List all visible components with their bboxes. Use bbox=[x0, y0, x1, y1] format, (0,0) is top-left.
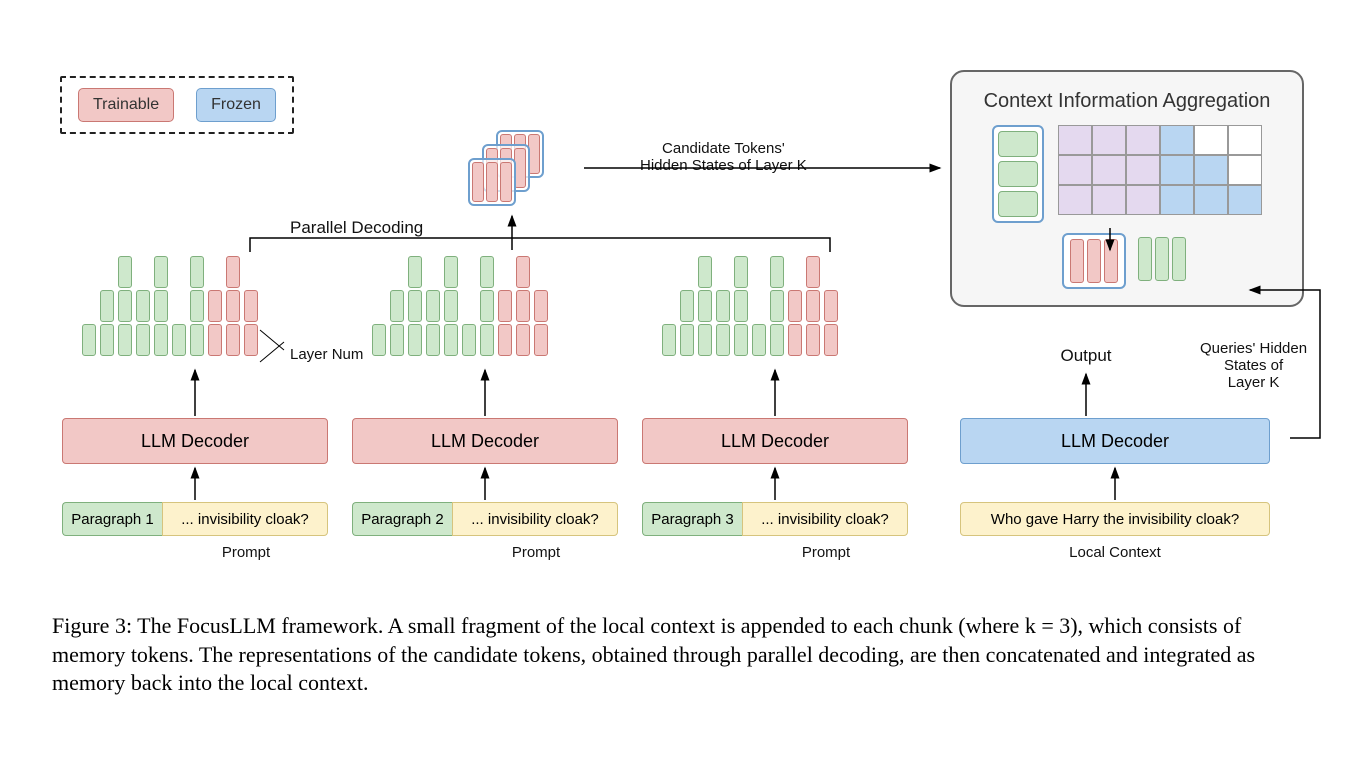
prompt-2-text: ... invisibility cloak? bbox=[452, 502, 618, 536]
paragraph-3-label: Paragraph 3 bbox=[642, 502, 742, 536]
llm-decoder-local: LLM Decoder bbox=[960, 418, 1270, 464]
prompt-1-text: ... invisibility cloak? bbox=[162, 502, 328, 536]
paragraph-1-label: Paragraph 1 bbox=[62, 502, 162, 536]
parallel-decoding-label: Parallel Decoding bbox=[290, 218, 423, 238]
token-stacks-2 bbox=[372, 256, 548, 356]
candidate-tokens-label: Candidate Tokens' Hidden States of Layer… bbox=[640, 140, 807, 174]
input-row-1: Paragraph 1 ... invisibility cloak? bbox=[62, 502, 328, 536]
prompt-label-3: Prompt bbox=[802, 544, 850, 561]
llm-decoder-1: LLM Decoder bbox=[62, 418, 328, 464]
aggregation-panel: Context Information Aggregation bbox=[950, 70, 1304, 307]
prompt-label-2: Prompt bbox=[512, 544, 560, 561]
aggregation-query-column bbox=[992, 125, 1044, 223]
input-row-2: Paragraph 2 ... invisibility cloak? bbox=[352, 502, 618, 536]
legend-trainable: Trainable bbox=[78, 88, 174, 122]
figure-caption: Figure 3: The FocusLLM framework. A smal… bbox=[52, 612, 1304, 698]
llm-decoder-2: LLM Decoder bbox=[352, 418, 618, 464]
query-cell bbox=[998, 161, 1038, 187]
candidate-cluster bbox=[460, 130, 590, 215]
queries-hidden-label: Queries' Hidden States of Layer K bbox=[1200, 340, 1307, 391]
aggregation-attention-grid bbox=[1058, 125, 1262, 215]
aggregation-layout bbox=[970, 125, 1284, 223]
memory-tokens-group bbox=[1062, 233, 1126, 289]
query-tokens-group bbox=[1132, 233, 1192, 289]
legend-box: Trainable Frozen bbox=[60, 76, 294, 134]
aggregation-bottom-row bbox=[970, 233, 1284, 289]
local-context-input: Who gave Harry the invisibility cloak? bbox=[960, 502, 1270, 536]
llm-decoder-3: LLM Decoder bbox=[642, 418, 908, 464]
aggregation-title: Context Information Aggregation bbox=[970, 90, 1284, 113]
prompt-label-1: Prompt bbox=[222, 544, 270, 561]
input-row-3: Paragraph 3 ... invisibility cloak? bbox=[642, 502, 908, 536]
token-stacks-1 bbox=[82, 256, 258, 356]
output-label: Output bbox=[1060, 346, 1111, 366]
diagram-canvas: Trainable Frozen Context Information Agg… bbox=[0, 0, 1352, 764]
prompt-3-text: ... invisibility cloak? bbox=[742, 502, 908, 536]
query-cell bbox=[998, 191, 1038, 217]
local-context-label: Local Context bbox=[1069, 544, 1161, 561]
token-stacks-3 bbox=[662, 256, 838, 356]
query-cell bbox=[998, 131, 1038, 157]
legend-frozen: Frozen bbox=[196, 88, 276, 122]
paragraph-2-label: Paragraph 2 bbox=[352, 502, 452, 536]
layer-num-label: Layer Num bbox=[290, 346, 363, 363]
